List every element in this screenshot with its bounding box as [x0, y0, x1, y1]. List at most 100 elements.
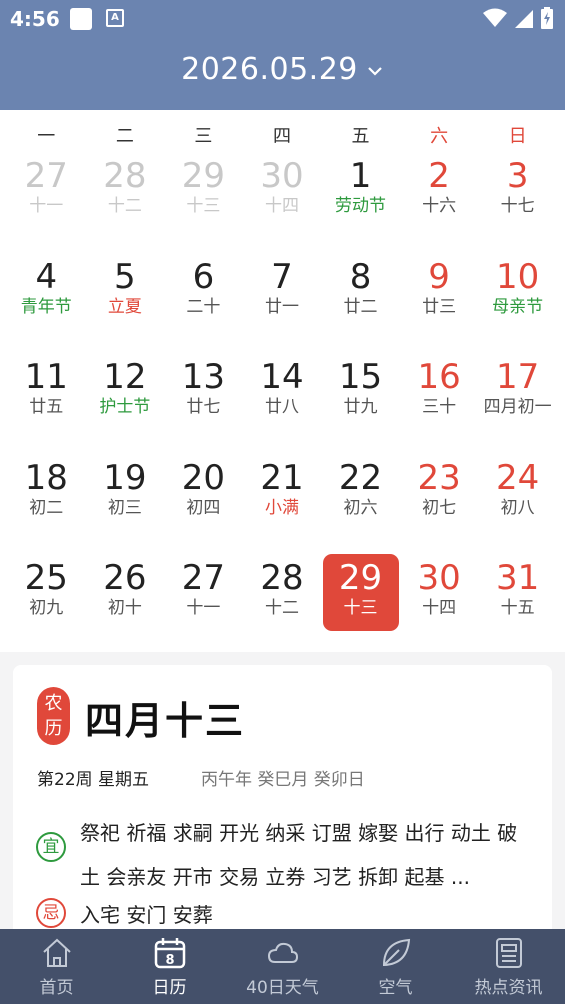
day-cell[interactable]: 7 廿一 [243, 253, 322, 354]
home-icon [40, 936, 74, 970]
lunar-day-label: 十二 [107, 196, 142, 216]
day-cell[interactable]: 25 初九 [7, 554, 86, 655]
day-cell[interactable]: 11 廿五 [7, 353, 86, 454]
nav-label: 40日天气 [246, 978, 319, 998]
lunar-day-label: 初二 [29, 497, 64, 518]
day-cell-selected[interactable]: 29 十三 [321, 554, 400, 655]
lunar-day-label: 初七 [422, 497, 457, 518]
yi-text: 祭祀 祈福 求嗣 开光 纳采 订盟 嫁娶 出行 动土 破土 会亲友 开市 交易 … [80, 821, 518, 889]
day-cell[interactable]: 16 三十 [400, 353, 479, 454]
day-cell[interactable]: 3 十七 [478, 152, 557, 253]
day-cell[interactable]: 21 小满 [243, 454, 322, 555]
day-number: 10 [496, 256, 540, 297]
day-number: 16 [417, 357, 461, 398]
day-number: 1 [349, 156, 372, 196]
day-cell[interactable]: 12 护士节 [86, 353, 165, 454]
lunar-day-label: 十七 [500, 196, 535, 216]
weekday-label: 三 [194, 126, 213, 147]
day-number: 6 [192, 256, 215, 297]
day-number: 25 [24, 558, 68, 599]
nav-label: 空气 [378, 978, 413, 998]
battery-icon [541, 7, 553, 29]
lunar-day-label: 廿二 [343, 296, 378, 317]
lunar-day-label: 护士节 [99, 397, 151, 418]
day-cell[interactable]: 5 立夏 [86, 253, 165, 354]
day-cell[interactable]: 17 四月初一 [478, 353, 557, 454]
day-cell[interactable]: 30 十四 [243, 152, 322, 253]
day-cell[interactable]: 29 十三 [164, 152, 243, 253]
day-number: 9 [428, 256, 450, 297]
day-number: 23 [417, 457, 461, 498]
day-number: 18 [24, 457, 68, 498]
lunar-day-label: 初三 [107, 497, 142, 518]
day-cell[interactable]: 4 青年节 [7, 253, 86, 354]
day-number: 28 [260, 558, 304, 599]
day-cell[interactable]: 20 初四 [164, 454, 243, 555]
day-number: 4 [35, 256, 58, 297]
day-cell[interactable]: 23 初七 [400, 454, 479, 555]
day-number: 2 [428, 156, 450, 196]
nav-label: 热点资讯 [474, 978, 543, 998]
day-cell[interactable]: 13 廿七 [164, 353, 243, 454]
nav-item-calendar[interactable]: 8 日历 [113, 929, 226, 1004]
lunar-day-label: 十一 [186, 598, 221, 619]
lunar-date: 四月十三 [85, 698, 246, 743]
nav-item-news[interactable]: 热点资讯 [452, 929, 565, 1004]
lunar-day-label: 十四 [264, 196, 299, 216]
lunar-day-label: 立夏 [107, 296, 142, 317]
day-cell[interactable]: 28 十二 [243, 554, 322, 655]
day-cell[interactable]: 10 母亲节 [478, 253, 557, 354]
day-cell[interactable]: 14 廿八 [243, 353, 322, 454]
yi-badge: 宜 [36, 832, 66, 862]
weekday-label: 日 [508, 126, 527, 147]
lunar-day-label: 初十 [107, 598, 142, 619]
lunar-badge-top: 农 [44, 693, 63, 714]
day-number: 28 [103, 156, 147, 196]
day-cell[interactable]: 18 初二 [7, 454, 86, 555]
day-number: 3 [506, 156, 529, 196]
lunar-day-label: 青年节 [20, 296, 72, 317]
calendar-grid: 27 十一 28 十二 29 十三 30 十四 1 劳动节 2 十六 3 十七 4 青年节 5 立夏 6 二十 7 廿一 8… [7, 152, 557, 655]
header: 4:56 A 2026.05.29 [0, 0, 565, 110]
lunar-day-label: 初六 [343, 497, 378, 518]
status-bar: 4:56 A [0, 0, 565, 38]
day-cell[interactable]: 19 初三 [86, 454, 165, 555]
day-cell[interactable]: 31 十五 [478, 554, 557, 655]
day-cell[interactable]: 27 十一 [7, 152, 86, 253]
nav-label: 首页 [39, 978, 74, 998]
nav-item-leaf[interactable]: 空气 [339, 929, 452, 1004]
lunar-day-label: 廿三 [422, 296, 457, 317]
calendar: 一二三四五六日 27 十一 28 十二 29 十三 30 十四 1 劳动节 2 十六 3 十七 4 青年节 5 立… [0, 110, 565, 652]
day-cell[interactable]: 24 初八 [478, 454, 557, 555]
lunar-day-label: 母亲节 [492, 296, 544, 317]
nav-item-cloud[interactable]: 40日天气 [226, 929, 339, 1004]
day-cell[interactable]: 2 十六 [400, 152, 479, 253]
current-date: 2026.05.29 [181, 52, 358, 87]
day-cell[interactable]: 28 十二 [86, 152, 165, 253]
day-number: 15 [338, 357, 383, 398]
lunar-day-label: 十三 [343, 598, 378, 619]
svg-text:8: 8 [165, 953, 174, 968]
signal-icon [515, 10, 533, 28]
date-selector[interactable]: 2026.05.29 [0, 52, 565, 87]
lunar-detail-card[interactable]: 农 历 四月十三 第22周 星期五 丙午年 癸巳月 癸卯日 宜 祭祀 祈福 求嗣… [13, 665, 552, 965]
day-number: 30 [260, 156, 304, 196]
day-number: 27 [24, 156, 68, 196]
day-cell[interactable]: 30 十四 [400, 554, 479, 655]
day-cell[interactable]: 22 初六 [321, 454, 400, 555]
day-cell[interactable]: 9 廿三 [400, 253, 479, 354]
day-cell[interactable]: 26 初十 [86, 554, 165, 655]
weekday-label: 五 [351, 126, 370, 147]
day-cell[interactable]: 8 廿二 [321, 253, 400, 354]
nav-item-home[interactable]: 首页 [0, 929, 113, 1004]
lunar-day-label: 廿七 [186, 397, 221, 418]
weekday-label: 一 [37, 126, 56, 147]
day-cell[interactable]: 15 廿九 [321, 353, 400, 454]
day-number: 12 [103, 357, 147, 398]
bottom-nav: 首页 8 日历 40日天气 空气 热点资讯 [0, 929, 565, 1004]
day-cell[interactable]: 6 二十 [164, 253, 243, 354]
day-cell[interactable]: 1 劳动节 [321, 152, 400, 253]
day-cell[interactable]: 27 十一 [164, 554, 243, 655]
day-number: 20 [181, 457, 226, 498]
day-number: 27 [181, 558, 226, 599]
